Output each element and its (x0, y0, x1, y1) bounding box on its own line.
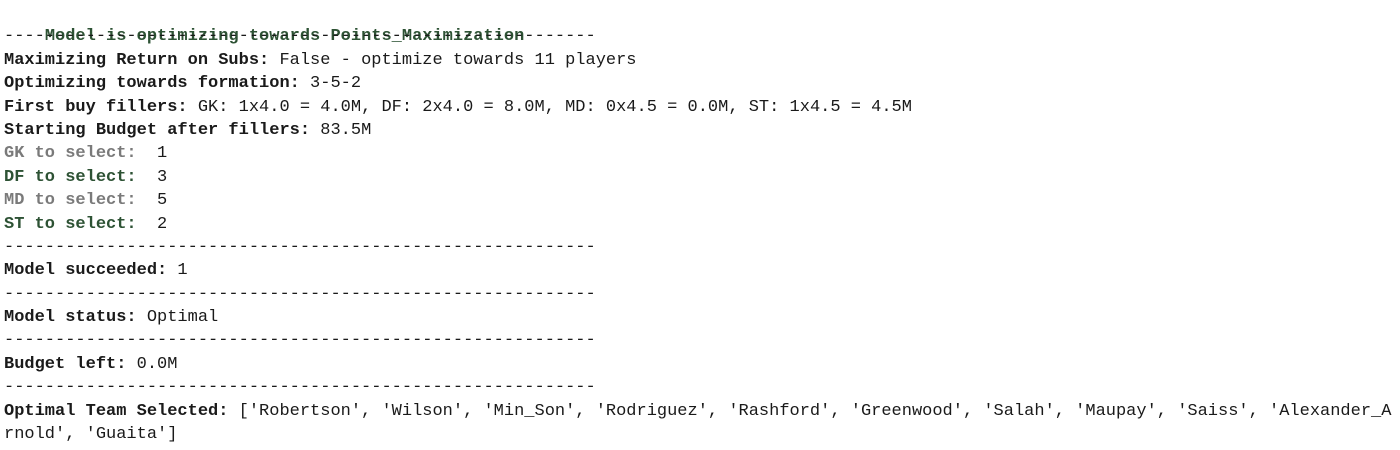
md-value: 5 (136, 191, 168, 211)
separator: ----------------------------------------… (4, 27, 596, 47)
fillers-line: First buy fillers: GK: 1x4.0 = 4.0M, DF:… (4, 96, 1394, 119)
formation-line: Optimizing towards formation: 3-5-2 (4, 72, 1394, 95)
separator: ----------------------------------------… (4, 284, 596, 304)
budget-label: Starting Budget after fillers: (4, 120, 311, 140)
succeeded-value: 1 (167, 261, 188, 281)
gk-label: GK to select: (4, 144, 137, 164)
console-output: Model is optimizing towards Points_Maxim… (4, 2, 1394, 446)
status-label: Model status: (4, 308, 137, 328)
st-label: ST to select: (4, 214, 137, 234)
md-label: MD to select: (4, 191, 137, 211)
md-line: MD to select: 5 (4, 189, 1394, 212)
df-label: DF to select: (4, 167, 137, 187)
df-line: DF to select: 3 (4, 166, 1394, 189)
fillers-value: GK: 1x4.0 = 4.0M, DF: 2x4.0 = 8.0M, MD: … (187, 97, 912, 117)
fillers-label: First buy fillers: (4, 97, 188, 117)
budget-left-value: 0.0M (126, 354, 178, 374)
gk-line: GK to select: 1 (4, 142, 1394, 165)
team-label: Optimal Team Selected: (4, 401, 229, 421)
st-line: ST to select: 2 (4, 213, 1394, 236)
budget-value: 83.5M (310, 120, 372, 140)
header-line: Model is optimizing towards Points_Maxim… (4, 2, 1394, 46)
succeeded-line: Model succeeded: 1 (4, 259, 1394, 282)
budget-line: Starting Budget after fillers: 83.5M (4, 119, 1394, 142)
separator: ----------------------------------------… (4, 378, 596, 398)
separator: ----------------------------------------… (4, 237, 596, 257)
status-line: Model status: Optimal (4, 306, 1394, 329)
maximizing-value: False - optimize towards 11 players (269, 50, 637, 70)
st-value: 2 (136, 214, 168, 234)
maximizing-label: Maximizing Return on Subs: (4, 50, 270, 70)
budget-left-line: Budget left: 0.0M (4, 353, 1394, 376)
maximizing-line: Maximizing Return on Subs: False - optim… (4, 49, 1394, 72)
team-line: Optimal Team Selected: ['Robertson', 'Wi… (4, 400, 1394, 447)
gk-value: 1 (136, 144, 168, 164)
budget-left-label: Budget left: (4, 354, 127, 374)
succeeded-label: Model succeeded: (4, 261, 168, 281)
formation-value: 3-5-2 (299, 74, 362, 94)
df-value: 3 (136, 167, 168, 187)
separator: ----------------------------------------… (4, 331, 596, 351)
formation-label: Optimizing towards formation: (4, 74, 300, 94)
status-value: Optimal (136, 308, 219, 328)
